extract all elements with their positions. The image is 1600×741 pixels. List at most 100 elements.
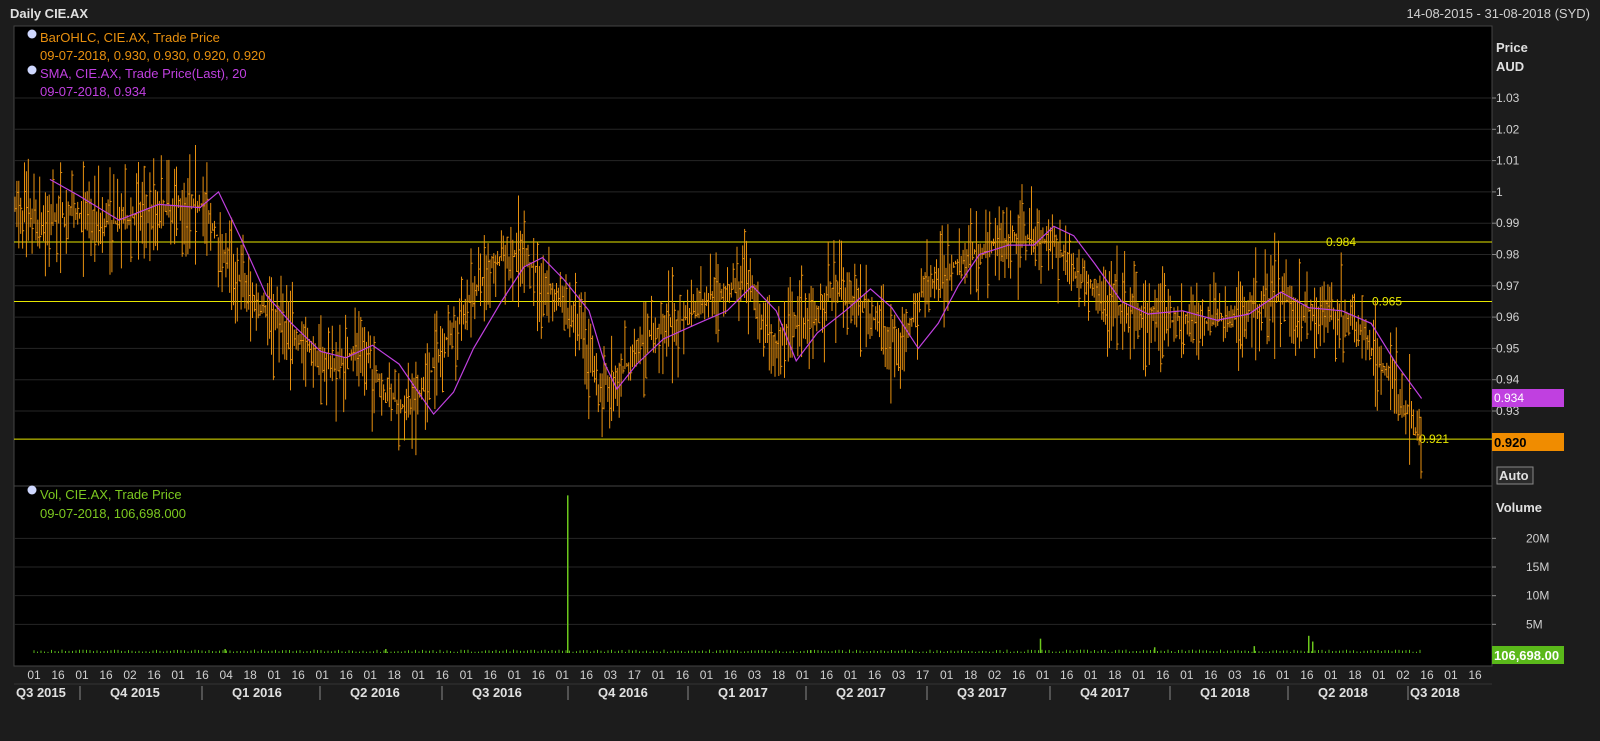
day-tick-label: 16	[1252, 668, 1266, 682]
day-tick-label: 16	[292, 668, 306, 682]
quarter-label: Q3 2018	[1410, 685, 1460, 700]
day-tick-label: 01	[1324, 668, 1338, 682]
price-axis-title: Price	[1496, 40, 1528, 55]
day-tick-label: 16	[868, 668, 882, 682]
day-tick-label: 01	[267, 668, 281, 682]
day-tick-label: 01	[1444, 668, 1458, 682]
window-title: Daily CIE.AX	[10, 6, 88, 21]
legend-sma-values: 09-07-2018, 0.934	[40, 84, 146, 99]
quarter-label: Q4 2016	[598, 685, 648, 700]
day-tick-label: 18	[243, 668, 257, 682]
price-tick-label: 0.99	[1496, 216, 1520, 230]
price-tick-label: 0.94	[1496, 373, 1520, 387]
volume-tick-label: 10M	[1526, 589, 1549, 603]
quarter-label: Q3 2016	[472, 685, 522, 700]
day-tick-label: 16	[580, 668, 594, 682]
day-tick-label: 01	[940, 668, 954, 682]
day-tick-label: 18	[388, 668, 402, 682]
reference-line-label: 0.965	[1372, 294, 1402, 308]
day-tick-label: 01	[75, 668, 89, 682]
day-tick-label: 17	[628, 668, 642, 682]
legend-volume-values: 09-07-2018, 106,698.000	[40, 506, 186, 521]
day-tick-label: 04	[219, 668, 233, 682]
day-tick-label: 18	[772, 668, 786, 682]
quarter-label: Q4 2017	[1080, 685, 1130, 700]
price-tick-label: 1.02	[1496, 122, 1520, 136]
day-tick-label: 01	[1372, 668, 1386, 682]
day-tick-label: 16	[676, 668, 690, 682]
day-tick-label: 01	[171, 668, 185, 682]
legend-volume-name: Vol, CIE.AX, Trade Price	[40, 487, 182, 502]
auto-scale-label: Auto	[1499, 468, 1529, 483]
day-tick-label: 01	[556, 668, 570, 682]
day-tick-label: 16	[195, 668, 209, 682]
day-tick-label: 01	[1132, 668, 1146, 682]
quarter-label: Q4 2015	[110, 685, 160, 700]
quarter-label: Q2 2018	[1318, 685, 1368, 700]
day-tick-label: 16	[1012, 668, 1026, 682]
day-tick-label: 01	[412, 668, 426, 682]
day-tick-label: 02	[988, 668, 1002, 682]
quarter-label: Q1 2016	[232, 685, 282, 700]
quarter-label: Q1 2017	[718, 685, 768, 700]
day-tick-label: 01	[796, 668, 810, 682]
volume-axis-title: Volume	[1496, 500, 1542, 515]
price-tick-label: 1	[1496, 185, 1503, 199]
day-tick-label: 17	[916, 668, 930, 682]
day-ticks: 01 16 01 16 02 16 01 16 04 18 01 16 01 16 01 18 01 16 01 16…	[27, 668, 1482, 682]
price-plot-area[interactable]	[13, 25, 1493, 487]
day-tick-label: 16	[1156, 668, 1170, 682]
volume-value-tag-text: 106,698.00	[1494, 648, 1559, 663]
sma-value-tag-text: 0.934	[1494, 391, 1524, 405]
day-tick-label: 02	[123, 668, 137, 682]
reference-line-label: 0.921	[1419, 432, 1449, 446]
day-tick-label: 01	[700, 668, 714, 682]
day-tick-label: 16	[99, 668, 113, 682]
legend-ohlc-name: BarOHLC, CIE.AX, Trade Price	[40, 30, 220, 45]
day-tick-label: 18	[1108, 668, 1122, 682]
day-tick-label: 16	[1060, 668, 1074, 682]
day-tick-label: 02	[1396, 668, 1410, 682]
day-tick-label: 01	[1036, 668, 1050, 682]
legend-toggle-icon[interactable]	[27, 29, 37, 39]
day-tick-label: 16	[820, 668, 834, 682]
day-tick-label: 01	[364, 668, 378, 682]
legend-toggle-icon[interactable]	[27, 485, 37, 495]
legend-toggle-icon[interactable]	[27, 65, 37, 75]
price-ticks: 1.031.021.0110.990.980.970.960.950.940.9…	[1492, 91, 1520, 418]
day-tick-label: 18	[1348, 668, 1362, 682]
price-tick-label: 0.98	[1496, 248, 1520, 262]
day-tick-label: 01	[844, 668, 858, 682]
day-tick-label: 03	[892, 668, 906, 682]
volume-axis[interactable]: Volume 20M 15M 10M 5M	[1492, 500, 1549, 631]
title-bar	[0, 0, 1600, 26]
price-tick-label: 0.97	[1496, 279, 1520, 293]
day-tick-label: 16	[484, 668, 498, 682]
day-tick-label: 03	[604, 668, 618, 682]
quarter-label: Q2 2016	[350, 685, 400, 700]
day-tick-label: 16	[340, 668, 354, 682]
price-tick-label: 0.96	[1496, 310, 1520, 324]
quarter-label: Q3 2015	[16, 685, 66, 700]
day-tick-label: 16	[436, 668, 450, 682]
day-tick-label: 16	[1204, 668, 1218, 682]
price-value-tag-text: 0.920	[1494, 435, 1527, 450]
reference-line-label: 0.984	[1326, 235, 1356, 249]
quarter-ticks: Q3 2015 Q4 2015 Q1 2016 Q2 2016 Q3 2016 Q4 20…	[16, 685, 1460, 700]
day-tick-label: 01	[508, 668, 522, 682]
day-tick-label: 16	[1420, 668, 1434, 682]
day-tick-label: 01	[27, 668, 41, 682]
price-tick-label: 0.95	[1496, 341, 1520, 355]
day-tick-label: 03	[748, 668, 762, 682]
day-tick-label: 16	[51, 668, 65, 682]
price-tick-label: 1.03	[1496, 91, 1520, 105]
volume-ticks: 20M 15M 10M 5M	[1492, 531, 1549, 631]
quarter-label: Q2 2017	[836, 685, 886, 700]
day-tick-label: 01	[1084, 668, 1098, 682]
volume-tick-label: 5M	[1526, 617, 1543, 631]
quarter-label: Q3 2017	[957, 685, 1007, 700]
time-axis[interactable]: 01 16 01 16 02 16 01 16 04 18 01 16 01 16 01 18 01 16 01 16…	[14, 668, 1492, 700]
volume-plot-area[interactable]	[13, 485, 1493, 667]
price-axis[interactable]: Price AUD 1.03 1.02 1.01 1 0.99 0.98 0.97 0.96 0…	[1492, 40, 1528, 418]
volume-tick-label: 15M	[1526, 560, 1549, 574]
